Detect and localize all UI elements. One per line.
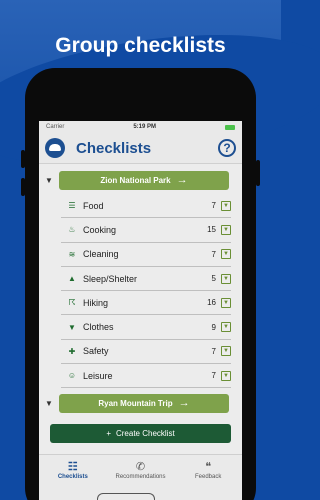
item-count: 9 bbox=[211, 322, 216, 332]
item-count: 7 bbox=[211, 371, 216, 381]
tab-feedback[interactable]: ❝ Feedback bbox=[174, 455, 242, 500]
first-aid-icon: ✚ bbox=[68, 346, 76, 356]
item-name: Sleep/Shelter bbox=[83, 273, 138, 284]
group-row: ▼ Zion National Park → bbox=[39, 170, 242, 190]
tab-label: Checklists bbox=[57, 474, 88, 480]
chevron-down-icon[interactable]: ▼ bbox=[221, 249, 231, 260]
checklist-items: ☰ Food 7 ▼ ♨ Cooking 15 ▼ ≋ Cleaning 7 ▼… bbox=[61, 194, 231, 389]
help-icon[interactable]: ? bbox=[218, 139, 236, 157]
chevron-down-icon[interactable]: ▼ bbox=[221, 346, 231, 357]
carrier-label: Carrier bbox=[46, 124, 65, 130]
app-screen: Carrier 5:19 PM Checklists ? ▼ Zion Nati… bbox=[39, 121, 242, 500]
phone-side-button bbox=[21, 178, 25, 196]
list-item[interactable]: ♨ Cooking 15 ▼ bbox=[61, 218, 231, 243]
burger-icon: ☰ bbox=[68, 201, 76, 211]
group-button-ryan[interactable]: Ryan Mountain Trip → bbox=[59, 393, 229, 413]
chevron-down-icon[interactable]: ▼ bbox=[221, 322, 231, 333]
list-item[interactable]: ▼ Clothes 9 ▼ bbox=[61, 315, 231, 340]
list-item[interactable]: ≋ Cleaning 7 ▼ bbox=[61, 243, 231, 267]
speech-bubbles-icon: ❝ bbox=[205, 461, 212, 473]
item-name: Hiking bbox=[83, 297, 109, 308]
plus-icon: + bbox=[106, 429, 111, 438]
chevron-down-icon[interactable]: ▼ bbox=[221, 273, 231, 284]
tab-label: Recommendations bbox=[115, 474, 166, 480]
item-name: Clothes bbox=[83, 322, 114, 333]
arrow-right-icon: → bbox=[176, 174, 188, 186]
item-count: 7 bbox=[211, 201, 216, 211]
item-count: 15 bbox=[207, 225, 216, 235]
fire-icon: ♨ bbox=[68, 225, 76, 235]
hiker-icon: ☈ bbox=[68, 298, 76, 308]
item-count: 7 bbox=[211, 346, 216, 356]
group-label: Zion National Park bbox=[100, 175, 171, 185]
list-item[interactable]: ▲ Sleep/Shelter 5 ▼ bbox=[61, 267, 231, 292]
status-bar: Carrier 5:19 PM bbox=[39, 121, 242, 133]
tab-label: Feedback bbox=[195, 474, 222, 480]
tent-icon: ▲ bbox=[68, 274, 76, 284]
list-item[interactable]: ✚ Safety 7 ▼ bbox=[61, 340, 231, 365]
page-title: Checklists bbox=[76, 139, 152, 157]
group-label: Ryan Mountain Trip bbox=[98, 398, 173, 408]
item-name: Cleaning bbox=[83, 249, 119, 260]
list-item[interactable]: ☰ Food 7 ▼ bbox=[61, 194, 231, 219]
chevron-down-icon[interactable]: ▼ bbox=[221, 297, 231, 308]
checklist-content: ▼ Zion National Park → ☰ Food 7 ▼ ♨ Cook… bbox=[39, 164, 242, 455]
shirt-icon: ▼ bbox=[68, 322, 76, 332]
app-logo-icon bbox=[45, 138, 65, 158]
arrow-right-icon: → bbox=[178, 397, 190, 410]
checklist-icon: ☷ bbox=[67, 461, 78, 473]
create-checklist-label: Create Checklist bbox=[115, 429, 175, 438]
create-checklist-button[interactable]: + Create Checklist bbox=[50, 424, 231, 443]
phone-side-button bbox=[21, 150, 25, 168]
item-name: Safety bbox=[83, 346, 109, 357]
chevron-down-icon[interactable]: ▼ bbox=[39, 399, 59, 408]
status-time: 5:19 PM bbox=[133, 124, 157, 130]
chevron-down-icon[interactable]: ▼ bbox=[221, 224, 231, 235]
group-row: ▼ Ryan Mountain Trip → bbox=[39, 393, 242, 413]
phone-side-button bbox=[256, 160, 260, 186]
phone-home-indicator bbox=[97, 493, 155, 500]
promo-title: Group checklists bbox=[55, 34, 226, 57]
item-name: Food bbox=[83, 200, 104, 211]
item-name: Cooking bbox=[83, 224, 117, 235]
soap-icon: ≋ bbox=[68, 249, 76, 259]
item-count: 7 bbox=[211, 249, 216, 259]
item-count: 16 bbox=[207, 298, 216, 308]
list-item[interactable]: ☺ Leisure 7 ▼ bbox=[61, 364, 231, 389]
chevron-down-icon[interactable]: ▼ bbox=[39, 176, 59, 185]
list-item[interactable]: ☈ Hiking 16 ▼ bbox=[61, 291, 231, 316]
group-button-zion[interactable]: Zion National Park → bbox=[59, 170, 229, 190]
tab-checklists[interactable]: ☷ Checklists bbox=[39, 455, 107, 500]
app-header: Checklists ? bbox=[39, 133, 242, 164]
battery-icon bbox=[225, 124, 235, 130]
chevron-down-icon[interactable]: ▼ bbox=[221, 370, 231, 381]
item-count: 5 bbox=[211, 274, 216, 284]
item-name: Leisure bbox=[83, 370, 113, 381]
chat-icon: ✆ bbox=[135, 461, 146, 473]
chevron-down-icon[interactable]: ▼ bbox=[221, 200, 231, 211]
smile-icon: ☺ bbox=[67, 371, 77, 381]
